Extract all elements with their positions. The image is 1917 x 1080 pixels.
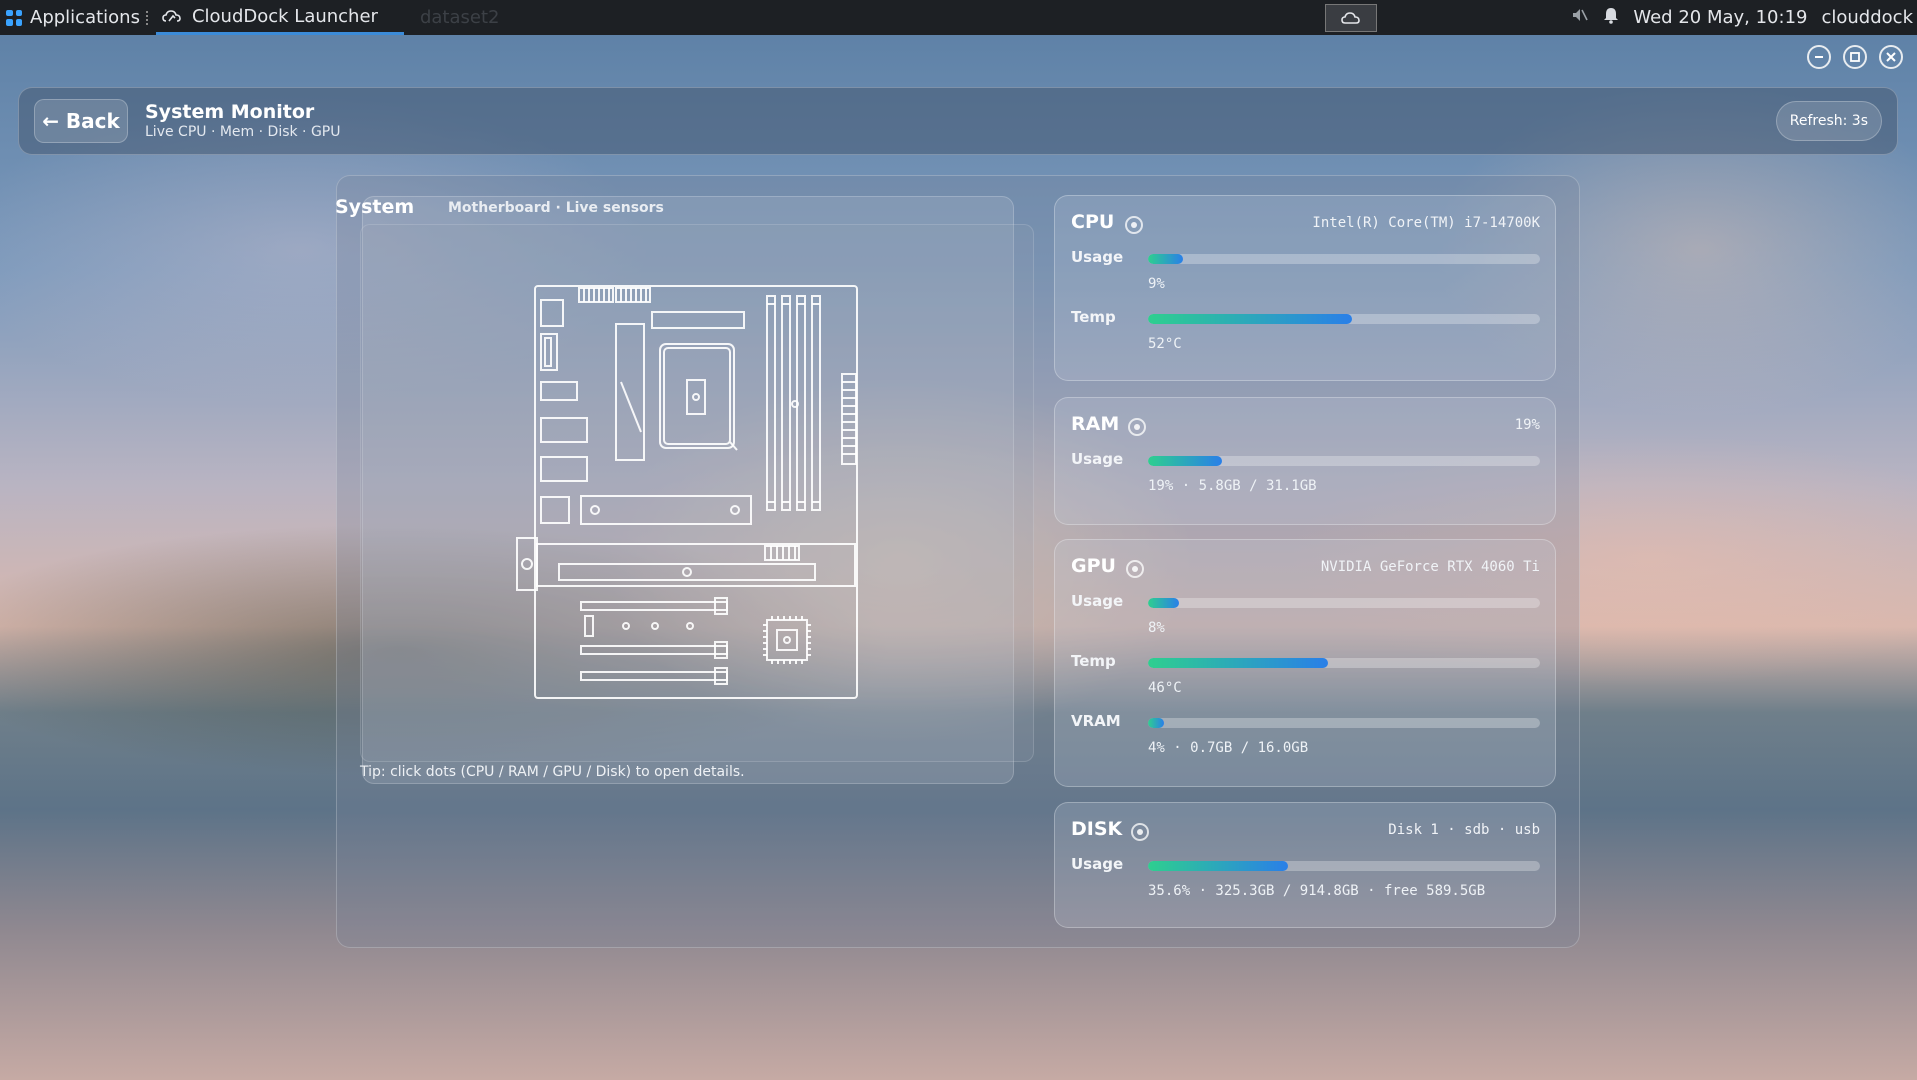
page-subtitle: Live CPU · Mem · Disk · GPU (145, 124, 341, 140)
close-button[interactable] (1879, 45, 1903, 69)
gpu-card: GPU NVIDIA GeForce RTX 4060 Ti Usage 8% … (1054, 539, 1556, 787)
cpu-card: CPU Intel(R) Core(TM) i7-14700K Usage 9%… (1054, 195, 1556, 381)
motherboard-diagram (516, 285, 858, 699)
taskbar-right: Wed 20 May, 10:19 clouddock (1571, 0, 1913, 35)
cpu-title: CPU (1071, 211, 1115, 233)
applications-label: Applications (30, 7, 140, 28)
task-label: CloudDock Launcher (191, 5, 378, 27)
system-title: System (335, 196, 415, 218)
ram-usage-bar (1148, 456, 1540, 466)
minimize-icon (1815, 56, 1823, 58)
gpu-temp-label: Temp (1071, 652, 1116, 670)
cpu-usage-label: Usage (1071, 248, 1124, 266)
system-subtitle: Motherboard · Live sensors (448, 200, 664, 216)
disk-info: Disk 1 · sdb · usb (1388, 822, 1540, 838)
gpu-usage-label: Usage (1071, 592, 1124, 610)
cloud-tray-icon (1341, 12, 1360, 24)
cpu-usage-value: 9% (1148, 276, 1165, 292)
cpu-temp-label: Temp (1071, 308, 1116, 326)
tip-text: Tip: click dots (CPU / RAM / GPU / Disk)… (360, 764, 745, 780)
maximize-button[interactable] (1843, 45, 1867, 69)
gpu-temp-value: 46°C (1148, 680, 1182, 696)
maximize-icon (1850, 52, 1860, 62)
back-button[interactable]: ← Back (34, 99, 128, 143)
apps-grid-icon (6, 9, 22, 26)
tray-cloud-button[interactable] (1325, 4, 1377, 32)
gpu-vram-bar (1148, 718, 1540, 728)
minimize-button[interactable] (1807, 45, 1831, 69)
task-dataset2[interactable]: dataset2 (420, 7, 500, 28)
gpu-temp-bar (1148, 658, 1540, 668)
cloud-icon (162, 10, 181, 22)
ram-percent: 19% (1514, 417, 1540, 433)
taskbar: Applications CloudDock Launcher dataset2… (0, 0, 1917, 35)
cpu-model: Intel(R) Core(TM) i7-14700K (1312, 215, 1540, 231)
gpu-details-dot-icon[interactable] (1126, 560, 1144, 578)
gpu-usage-bar (1148, 598, 1540, 608)
ram-card: RAM 19% Usage 19% · 5.8GB / 31.1GB (1054, 397, 1556, 525)
gpu-vram-value: 4% · 0.7GB / 16.0GB (1148, 740, 1309, 756)
mute-speaker-icon[interactable] (1571, 6, 1589, 29)
disk-usage-bar (1148, 861, 1540, 871)
ram-details-dot-icon[interactable] (1128, 418, 1146, 436)
page-title: System Monitor (145, 101, 315, 123)
gpu-model: NVIDIA GeForce RTX 4060 Ti (1320, 559, 1540, 575)
disk-title: DISK (1071, 818, 1123, 840)
refresh-interval-button[interactable]: Refresh: 3s (1775, 101, 1882, 141)
taskbar-separator (145, 10, 150, 25)
cpu-temp-value: 52°C (1148, 336, 1182, 352)
gpu-vram-label: VRAM (1071, 712, 1121, 730)
disk-usage-label: Usage (1071, 855, 1124, 873)
cpu-usage-bar (1148, 254, 1540, 264)
ram-title: RAM (1071, 413, 1120, 435)
ram-usage-value: 19% · 5.8GB / 31.1GB (1148, 478, 1317, 494)
cpu-temp-bar (1148, 314, 1540, 324)
user-menu[interactable]: clouddock (1821, 7, 1913, 28)
clock[interactable]: Wed 20 May, 10:19 (1633, 7, 1807, 28)
disk-details-dot-icon[interactable] (1131, 823, 1149, 841)
applications-menu[interactable]: Applications (0, 0, 140, 35)
gpu-usage-value: 8% (1148, 620, 1165, 636)
close-icon (1886, 52, 1896, 62)
gpu-title: GPU (1071, 555, 1116, 577)
ram-usage-label: Usage (1071, 450, 1124, 468)
notification-bell-icon[interactable] (1603, 6, 1619, 29)
cpu-details-dot-icon[interactable] (1125, 216, 1143, 234)
disk-usage-value: 35.6% · 325.3GB / 914.8GB · free 589.5GB (1148, 883, 1486, 899)
disk-card: DISK Disk 1 · sdb · usb Usage 35.6% · 32… (1054, 802, 1556, 928)
app-header: ← Back System Monitor Live CPU · Mem · D… (18, 87, 1898, 155)
task-clouddock-launcher[interactable]: CloudDock Launcher (155, 0, 404, 35)
